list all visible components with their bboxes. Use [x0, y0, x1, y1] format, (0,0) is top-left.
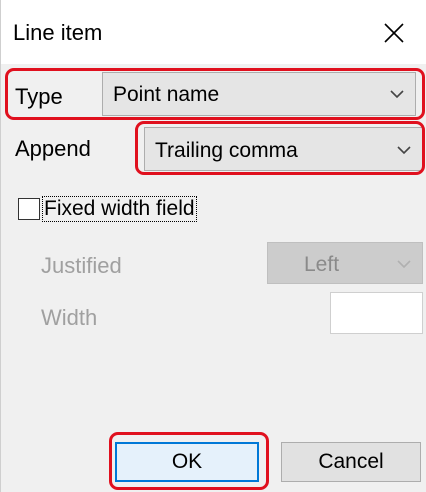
fixed-width-label[interactable]: Fixed width field [42, 196, 197, 222]
dialog-title: Line item [13, 20, 103, 45]
cancel-button[interactable]: Cancel [281, 442, 421, 482]
width-label: Width [41, 305, 98, 330]
title-bar: Line item [1, 0, 426, 64]
type-select-value: Point name [113, 83, 220, 106]
append-select[interactable]: Trailing comma [144, 127, 423, 171]
justified-select-value: Left [304, 253, 340, 276]
chevron-down-icon [396, 257, 412, 275]
justified-select[interactable]: Left [267, 242, 423, 284]
type-label: Type [15, 84, 63, 109]
chevron-down-icon [389, 87, 405, 105]
justified-label: Justified [41, 253, 122, 278]
close-icon[interactable] [383, 22, 405, 44]
line-item-dialog: Line item Type Point name Append Trailin… [0, 0, 426, 492]
width-input[interactable] [330, 292, 423, 334]
append-select-value: Trailing comma [155, 139, 298, 162]
chevron-down-icon [396, 143, 412, 161]
ok-button[interactable]: OK [115, 442, 259, 482]
append-label: Append [15, 136, 91, 161]
fixed-width-checkbox[interactable] [18, 198, 40, 220]
type-select[interactable]: Point name [102, 72, 416, 116]
